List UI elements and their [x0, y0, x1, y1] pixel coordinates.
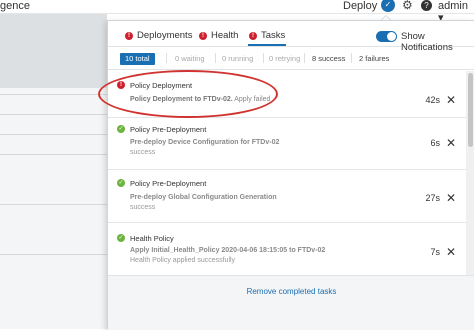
panel-footer: Remove completed tasks	[108, 275, 474, 330]
task-status-text: success	[130, 204, 156, 211]
task-duration: 6s	[430, 138, 440, 148]
filter-divider	[351, 53, 352, 63]
error-status-icon: !	[199, 31, 207, 40]
tasks-icon[interactable]: ✓	[381, 0, 395, 12]
filter-total[interactable]: 10 total	[120, 53, 155, 65]
filter-retrying[interactable]: 0 retrying	[269, 54, 300, 63]
background-divider	[0, 154, 107, 155]
remove-completed-tasks-link[interactable]: Remove completed tasks	[108, 287, 474, 296]
task-duration: 27s	[425, 193, 440, 203]
task-duration: 42s	[425, 95, 440, 105]
background-divider	[0, 134, 107, 135]
tab-deployments[interactable]: ! Deployments	[125, 30, 192, 41]
task-list-scrollbar[interactable]	[466, 71, 474, 293]
gear-icon[interactable]: ⚙	[402, 0, 413, 11]
top-navigation-bar: gence Deploy ✓ 2 ⚙ ? admin ▾	[0, 0, 474, 24]
filter-waiting[interactable]: 0 waiting	[175, 54, 205, 63]
tab-health[interactable]: ! Health	[199, 30, 238, 41]
success-check-icon: ✓	[117, 125, 125, 133]
error-status-icon: !	[249, 31, 257, 40]
highlight-annotation	[98, 70, 278, 118]
filter-divider	[263, 53, 264, 63]
task-duration: 7s	[430, 247, 440, 257]
tasks-count-badge: 2	[389, 0, 393, 3]
tab-label: Tasks	[261, 30, 286, 41]
help-icon[interactable]: ?	[421, 0, 432, 11]
filter-divider	[304, 53, 305, 63]
task-item: ✓ Health Policy Apply Initial_Health_Pol…	[108, 223, 466, 275]
panel-tabs: ! Deployments ! Health ! Tasks Show Noti…	[108, 21, 474, 53]
background-divider	[0, 254, 107, 255]
background-divider	[0, 204, 107, 205]
task-description: Pre-deploy Global Configuration Generati…	[130, 194, 277, 201]
task-status-text: success	[130, 149, 156, 156]
toggle-knob	[387, 32, 396, 41]
task-item: ✓ Policy Pre-Deployment Pre-deploy Devic…	[108, 118, 466, 170]
show-notifications-toggle[interactable]	[376, 31, 397, 42]
filter-failures[interactable]: 2 failures	[359, 54, 389, 63]
task-item: ✓ Policy Pre-Deployment Pre-deploy Globa…	[108, 170, 466, 223]
task-title: Health Policy	[130, 234, 174, 243]
error-status-icon: !	[125, 31, 133, 40]
close-icon[interactable]: ✕	[446, 94, 456, 106]
tab-tasks[interactable]: ! Tasks	[249, 30, 285, 41]
background-page-header	[0, 14, 107, 88]
task-description: Apply Initial_Health_Policy 2020-04-06 1…	[130, 247, 326, 254]
close-icon[interactable]: ✕	[446, 192, 456, 204]
task-filter-bar: 10 total 0 waiting 0 running 0 retrying …	[108, 48, 474, 70]
scrollbar-thumb[interactable]	[468, 73, 473, 147]
filter-divider	[166, 53, 167, 63]
task-notification-panel: ! Deployments ! Health ! Tasks Show Noti…	[107, 20, 474, 330]
success-check-icon: ✓	[117, 234, 125, 242]
filter-success[interactable]: 8 success	[312, 54, 345, 63]
filter-running[interactable]: 0 running	[222, 54, 253, 63]
background-divider	[0, 94, 107, 95]
task-title: Policy Pre-Deployment	[130, 179, 207, 188]
filter-divider	[215, 53, 216, 63]
active-tab-indicator	[248, 44, 286, 46]
deploy-button[interactable]: Deploy	[343, 0, 377, 12]
success-check-icon: ✓	[117, 179, 125, 187]
tab-label: Health	[211, 30, 239, 41]
task-description: Pre-deploy Device Configuration for FTDv…	[130, 139, 280, 146]
task-status-text: Health Policy applied successfully	[130, 257, 236, 264]
close-icon[interactable]: ✕	[446, 137, 456, 149]
tab-label: Deployments	[137, 30, 193, 41]
background-divider	[0, 114, 107, 115]
close-icon[interactable]: ✕	[446, 246, 456, 258]
task-title: Policy Pre-Deployment	[130, 125, 207, 134]
brand-name: gence	[0, 0, 30, 12]
